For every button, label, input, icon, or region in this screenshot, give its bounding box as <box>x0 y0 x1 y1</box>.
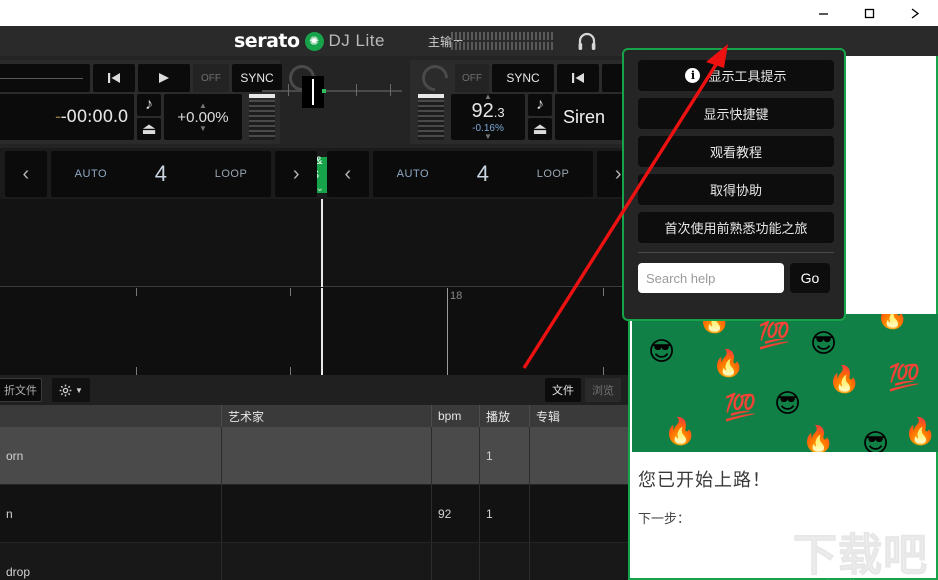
serato-dj-lite-window: serato ✺ DJ Lite 主输出 帮助 <box>0 0 938 580</box>
deck-b-off-indicator[interactable]: OFF <box>455 64 489 92</box>
gear-icon <box>59 384 72 396</box>
column-header-bpm[interactable]: bpm <box>432 405 480 427</box>
deck-b-loop-size-display[interactable]: AUTO 4 LOOP <box>372 151 594 197</box>
cell-bpm <box>432 543 480 580</box>
cell-title: orn <box>0 427 222 485</box>
library-settings-button[interactable]: ▼ <box>52 378 90 402</box>
help-menu-item-show-tooltips[interactable]: i 显示工具提示 <box>638 60 834 91</box>
deck-a-pitch-display[interactable]: ▲ +0.00% ▼ <box>164 94 242 140</box>
master-vu-meter <box>451 32 555 50</box>
help-menu-item-label: 观看教程 <box>709 145 762 160</box>
help-menu-divider <box>638 252 834 253</box>
cell-title: n <box>0 485 222 543</box>
cell-plays: 1 <box>480 427 530 485</box>
column-header-plays[interactable]: 播放 <box>480 405 530 427</box>
deck-a-time-display: --00:00.0 <box>0 94 134 140</box>
help-menu-item-show-shortcuts[interactable]: 显示快捷键 <box>638 98 834 129</box>
deck-b-cue-button[interactable] <box>557 64 599 92</box>
cell-title: drop <box>0 543 222 580</box>
help-menu-item-label: 取得协助 <box>709 183 762 198</box>
serato-brand: serato ✺ DJ Lite <box>234 26 385 56</box>
cell-artist <box>222 485 432 543</box>
help-search-input[interactable] <box>638 263 784 293</box>
library-search-input[interactable]: 折文件 <box>0 378 42 402</box>
column-header-artist[interactable]: 艺术家 <box>222 405 432 427</box>
brand-product: DJ Lite <box>328 31 385 50</box>
deck-a: OFF SYNC --00:00.0 ♪ ⏏ ▲ +0.00% ▼ <box>0 59 321 144</box>
deck-a-play-button[interactable] <box>138 64 190 92</box>
help-menu-item-watch-tutorials[interactable]: 观看教程 <box>638 136 834 167</box>
deck-a-eject-button[interactable]: ⏏ <box>137 118 161 140</box>
deck-a-waveform-overview[interactable] <box>0 64 90 92</box>
chevron-down-icon: ▼ <box>75 385 83 395</box>
deck-b-eject-button[interactable]: ⏏ <box>528 118 552 140</box>
deck-a-loop-size-display[interactable]: AUTO 4 LOOP <box>50 151 272 197</box>
cell-artist <box>222 543 432 580</box>
window-titlebar <box>0 0 938 26</box>
help-menu-item-label: 显示工具提示 <box>708 69 787 84</box>
maximize-button[interactable] <box>846 0 892 26</box>
deck-b-sync-button[interactable]: SYNC <box>492 64 554 92</box>
deck-a-off-indicator[interactable]: OFF <box>193 64 229 92</box>
help-search-go-button[interactable]: Go <box>790 263 830 293</box>
serato-logo-icon: ✺ <box>304 31 324 51</box>
promo-banner-image: 🔥 🔥 😎 💯 😎 🔥 🔥 💯 💯 😎 🔥 🔥 🔥 😎 <box>632 314 938 452</box>
deck-b-loop-controls: ‹ AUTO 4 LOOP › <box>327 151 639 197</box>
deck-position-strip[interactable] <box>262 74 402 108</box>
column-header-album[interactable]: 专辑 <box>530 405 640 427</box>
tab-browse[interactable]: 浏览 <box>585 378 621 402</box>
minimize-button[interactable] <box>800 0 846 26</box>
deck-a-key-button[interactable]: ♪ <box>137 94 161 116</box>
cell-plays: 1 <box>480 485 530 543</box>
close-button[interactable] <box>892 0 938 26</box>
panel-heading: 您已开始上路！ <box>638 470 771 490</box>
deck-b-loop-prev-button[interactable]: ‹ <box>327 151 369 197</box>
cell-album <box>530 427 640 485</box>
deck-b-key-button[interactable]: ♪ <box>528 94 552 116</box>
deck-a-cue-button[interactable] <box>93 64 135 92</box>
beat-number-label: 18 <box>450 290 463 302</box>
help-menu-item-get-support[interactable]: 取得协助 <box>638 174 834 205</box>
deck-b-gain-knob[interactable] <box>416 59 454 97</box>
deck-b-pitch-fader[interactable] <box>418 94 444 140</box>
brand-name: serato <box>234 30 300 52</box>
cell-bpm <box>432 427 480 485</box>
info-icon: i <box>685 68 701 83</box>
column-header-title[interactable] <box>0 405 222 427</box>
help-search-row: Go <box>638 263 830 293</box>
help-menu-item-first-time-tour[interactable]: 首次使用前熟悉功能之旅 <box>638 212 834 243</box>
deck-a-loop-controls: ‹ AUTO 4 LOOP › <box>5 151 317 197</box>
deck-b-bpm-display[interactable]: ▲ 92.3 -0.16% ▼ <box>451 93 525 141</box>
cell-bpm: 92 <box>432 485 480 543</box>
help-menu-item-label: 显示快捷键 <box>703 107 769 122</box>
cell-artist <box>222 427 432 485</box>
cell-album <box>530 543 640 580</box>
deck-a-loop-prev-button[interactable]: ‹ <box>5 151 47 197</box>
deck-a-loop-next-button[interactable]: › <box>275 151 317 197</box>
panel-next-step-label: 下一步： <box>638 511 691 526</box>
headphone-icon[interactable] <box>576 30 598 52</box>
help-dropdown-menu: i 显示工具提示 显示快捷键 观看教程 取得协助 首次使用前熟悉功能之旅 Go <box>622 48 846 321</box>
help-menu-item-label: 首次使用前熟悉功能之旅 <box>664 221 808 236</box>
cell-album <box>530 485 640 543</box>
cell-plays <box>480 543 530 580</box>
tab-files[interactable]: 文件 <box>545 378 581 402</box>
